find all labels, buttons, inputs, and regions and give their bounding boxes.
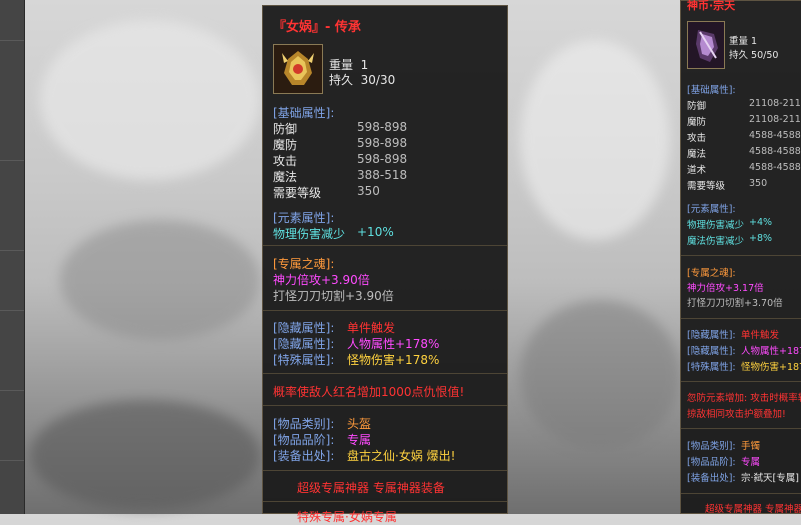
compare-weight-value: 1	[751, 36, 758, 47]
compare-stat-value: 4588-4588	[749, 162, 801, 173]
compare-hidden-value: 人物属性+187%	[741, 346, 801, 357]
compare-soul-header: [专属之魂]:	[687, 268, 736, 279]
soul-line-2: 打怪刀刀切割+3.90倍	[273, 289, 394, 303]
compare-weight-label: 重量	[729, 36, 749, 47]
weight-label: 重量	[329, 58, 354, 72]
element-stat-label: 物理伤害减少	[273, 227, 346, 241]
compare-element-header: [元素属性]:	[687, 204, 736, 215]
compare-bonus-line-1: 忽防元素增加: 攻击时概率斩	[687, 393, 801, 404]
compare-element-label: 魔法伤害减少	[687, 236, 745, 247]
category-value: 头盔	[347, 417, 372, 431]
hidden-attr-value: 人物属性+178%	[347, 337, 440, 351]
stat-label: 攻击	[273, 154, 298, 168]
footer-text: 超级专属神器 专属神器装备	[297, 481, 445, 495]
compare-element-label: 物理伤害减少	[687, 220, 745, 231]
durability-label: 持久	[329, 73, 354, 87]
source-value: 盘古之仙·女娲 爆出!	[347, 449, 456, 463]
compare-stat-value: 4588-4588	[749, 146, 801, 157]
bonus-text: 概率使敌人红名增加1000点仇恨值!	[273, 385, 465, 399]
stat-value: 388-518	[357, 168, 408, 182]
stat-label: 魔法	[273, 170, 298, 184]
compare-soul-line-2: 打怪刀刀切割+3.70倍	[687, 298, 783, 309]
compare-durability-label: 持久	[729, 50, 749, 61]
compare-source-label: [装备出处]:	[687, 473, 736, 484]
compare-hidden-label: [隐藏属性]:	[687, 346, 736, 357]
compare-stat-label: 道术	[687, 165, 707, 176]
compare-durability-value: 50/50	[751, 50, 779, 61]
stat-value: 350	[357, 184, 380, 198]
compare-special-label: [特殊属性]:	[687, 362, 736, 373]
source-label: [装备出处]:	[273, 449, 335, 463]
soul-header: [专属之魂]:	[273, 257, 335, 271]
divider	[263, 405, 507, 406]
basic-attributes-header: [基础属性]:	[273, 106, 335, 120]
compare-grade-label: [物品品阶]:	[687, 457, 736, 468]
compare-stat-value: 4588-4588	[749, 130, 801, 141]
durability-stat: 持久 30/30	[329, 71, 395, 88]
stat-label: 需要等级	[273, 186, 322, 200]
compare-grade-value: 专属	[741, 457, 761, 468]
compare-stat-value: 21108-21108	[749, 98, 801, 109]
stat-value: 598-898	[357, 152, 408, 166]
compare-source-value: 宗·弑天[专属]	[741, 473, 799, 484]
compare-stat-value: 350	[749, 178, 768, 189]
compare-element-value: +8%	[749, 233, 773, 244]
hidden-attr-label: [隐藏属性]:	[273, 321, 335, 335]
compare-stat-label: 魔防	[687, 117, 707, 128]
divider	[263, 310, 507, 311]
stat-value: 598-898	[357, 136, 408, 150]
divider	[681, 381, 801, 382]
element-stat-value: +10%	[357, 225, 394, 239]
item-tooltip-compare: 神币·宗天 重量 1 持久 50/50 [基础属性]: 防御 21108-211…	[680, 0, 801, 515]
stat-label: 防御	[273, 122, 298, 136]
compare-stat-label: 防御	[687, 101, 707, 112]
compare-footer-text: 超级专属神器 专属神器	[705, 504, 801, 515]
soul-line-1: 神力倍攻+3.90倍	[273, 273, 370, 287]
durability-value: 30/30	[360, 73, 396, 87]
divider	[263, 470, 507, 471]
compare-element-value: +4%	[749, 217, 773, 228]
compare-basic-header: [基础属性]:	[687, 85, 736, 96]
grade-label: [物品品阶]:	[273, 433, 335, 447]
divider	[263, 373, 507, 374]
item-tooltip-main: 『女娲』- 传承 重量 1 持久 30/30 [基础属性]: 防御 598-89…	[262, 5, 508, 524]
compare-category-label: [物品类别]:	[687, 441, 736, 452]
footer-text-2: 特殊专属·女娲专属	[297, 510, 397, 524]
compare-item-title: 神币·宗天	[687, 0, 736, 12]
compare-category-value: 手镯	[741, 441, 761, 452]
special-attr-value: 怪物伤害+178%	[347, 353, 440, 367]
compare-stat-value: 21108-21108	[749, 114, 801, 125]
left-panel-edge	[0, 0, 25, 514]
item-title: 『女娲』- 传承	[273, 20, 361, 35]
compare-soul-line-1: 神力倍攻+3.17倍	[687, 283, 764, 294]
compare-stat-label: 需要等级	[687, 181, 726, 192]
compare-stat-label: 魔法	[687, 149, 707, 160]
compare-special-value: 怪物伤害+187%	[741, 362, 801, 373]
helmet-icon	[273, 44, 323, 94]
divider	[681, 428, 801, 429]
divider	[263, 245, 507, 246]
compare-weight: 重量 1	[729, 33, 757, 47]
compare-hidden-label: [隐藏属性]:	[687, 330, 736, 341]
hidden-attr-value: 单件触发	[347, 321, 396, 335]
category-label: [物品类别]:	[273, 417, 335, 431]
divider	[681, 255, 801, 256]
stat-label: 魔防	[273, 138, 298, 152]
divider	[263, 501, 507, 502]
stat-value: 598-898	[357, 120, 408, 134]
hidden-attr-label: [隐藏属性]:	[273, 337, 335, 351]
special-attr-label: [特殊属性]:	[273, 353, 335, 367]
compare-stat-label: 攻击	[687, 133, 707, 144]
element-attributes-header: [元素属性]:	[273, 211, 335, 225]
weight-value: 1	[360, 58, 369, 72]
divider	[681, 318, 801, 319]
bracelet-icon	[687, 21, 725, 69]
divider	[681, 493, 801, 494]
compare-bonus-line-2: 掠敌相同攻击护额叠加!	[687, 409, 786, 420]
compare-hidden-value: 单件触发	[741, 330, 780, 341]
compare-durability: 持久 50/50	[729, 47, 778, 61]
grade-value: 专属	[347, 433, 372, 447]
